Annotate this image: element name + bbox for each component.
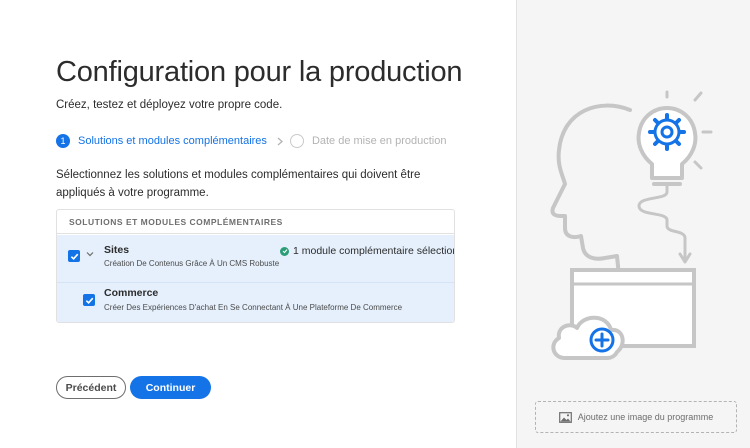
continue-button[interactable]: Continuer	[130, 376, 211, 399]
success-check-icon	[280, 246, 289, 256]
step-2-indicator	[289, 134, 304, 148]
panel-header: SOLUTIONS ET MODULES COMPLÉMENTAIRES	[57, 210, 454, 234]
sites-name: Sites	[104, 244, 130, 256]
commerce-name: Commerce	[104, 287, 159, 299]
instructions-text: Sélectionnez les solutions et modules co…	[56, 169, 421, 199]
addon-status-text: 1 module complémentaire sélectionné	[293, 245, 455, 257]
add-image-label: Ajoutez une image du programme	[577, 412, 714, 422]
add-program-image-button[interactable]: Ajoutez une image du programme	[535, 401, 737, 433]
step-1-indicator: 1	[56, 134, 70, 148]
head-outline	[550, 103, 632, 278]
previous-button[interactable]: Précédent	[56, 376, 126, 399]
illustration-graphic	[550, 90, 713, 360]
solution-row-commerce[interactable]: Commerce Créer Des Expériences D'achat E…	[57, 282, 454, 322]
image-icon	[558, 411, 572, 423]
chevron-down-icon[interactable]	[86, 250, 94, 258]
commerce-checkbox[interactable]	[83, 294, 95, 306]
page-subtitle: Créez, testez et déployez votre propre c…	[56, 99, 283, 111]
main-panel: Configuration pour la production Créez, …	[0, 0, 516, 448]
addon-status: 1 module complémentaire sélectionné	[280, 245, 455, 257]
sites-checkbox[interactable]	[68, 250, 80, 262]
checkbox-check-icon	[70, 253, 78, 260]
step-2-label: Date de mise en production	[311, 135, 447, 147]
connector-wire	[637, 184, 687, 260]
stepper: 1 Solutions et modules complémentaires D…	[56, 132, 446, 150]
solutions-panel: SOLUTIONS ET MODULES COMPLÉMENTAIRES Sit…	[56, 209, 455, 323]
cloud-plus-icon	[589, 327, 615, 353]
commerce-description: Créer Des Expériences D'achat En Se Conn…	[104, 303, 403, 312]
step-1-label[interactable]: Solutions et modules complémentaires	[78, 135, 267, 147]
checkbox-check-icon	[85, 297, 93, 304]
page-title: Configuration pour la production	[56, 56, 463, 88]
sites-description: Création De Contenus Grâce À Un CMS Robu…	[104, 259, 280, 268]
solution-row-sites[interactable]: Sites Création De Contenus Grâce À Un CM…	[57, 235, 454, 282]
step-chevron-icon	[277, 137, 283, 145]
